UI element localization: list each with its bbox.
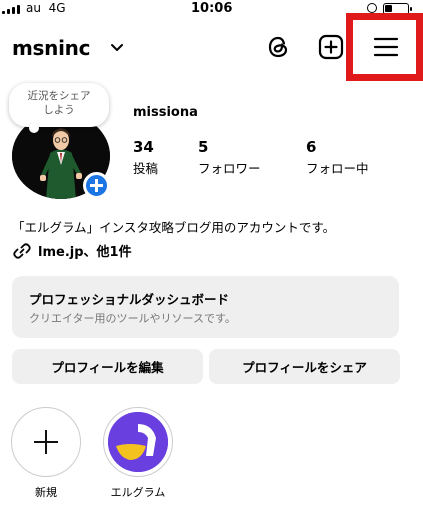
link-text: lme.jp、他1件	[38, 245, 132, 260]
stat-value: 6	[306, 138, 317, 156]
display-name: missiona	[133, 105, 198, 120]
dashboard-subtitle: クリエイター用のツールやリソースです。	[29, 312, 236, 325]
add-post-icon[interactable]	[318, 34, 344, 60]
stat-value: 5	[198, 138, 209, 156]
stat-label: フォロー中	[306, 161, 369, 176]
profile-bio: 「エルグラム」インスタ攻略ブログ用のアカウントです。	[12, 220, 336, 235]
note-bubble[interactable]: 近況をシェア しよう	[9, 83, 109, 133]
new-highlight-button[interactable]	[11, 407, 81, 477]
carrier-label: au	[26, 1, 41, 15]
orientation-lock-icon	[367, 3, 377, 13]
note-text: 近況をシェア しよう	[27, 90, 91, 116]
stat-label: 投稿	[133, 161, 159, 176]
network-label: 4G	[48, 1, 66, 15]
add-story-badge-icon[interactable]	[83, 172, 110, 199]
highlight-label-elgram: エルグラム	[110, 486, 166, 499]
stat-followers[interactable]: 5 フォロワー	[198, 138, 261, 177]
highlight-label-new: 新規	[35, 486, 57, 499]
status-time: 10:06	[191, 1, 233, 16]
chevron-down-icon[interactable]	[110, 42, 124, 54]
elgram-logo-icon	[108, 412, 168, 472]
stat-posts[interactable]: 34 投稿	[133, 138, 158, 177]
professional-dashboard-card[interactable]: プロフェッショナルダッシュボード クリエイター用のツールやリソースです。	[12, 276, 399, 338]
stat-value: 34	[133, 138, 154, 156]
profile-header: msninc	[0, 13, 423, 81]
highlight-elgram[interactable]	[103, 407, 173, 477]
stat-following[interactable]: 6 フォロー中	[306, 138, 369, 177]
stat-label: フォロワー	[198, 161, 261, 176]
edit-profile-button[interactable]: プロフィールを編集	[12, 349, 203, 384]
dashboard-title: プロフェッショナルダッシュボード	[29, 292, 230, 307]
link-icon	[13, 242, 31, 259]
carrier-network: au 4G	[26, 1, 66, 15]
profile-link[interactable]: lme.jp、他1件	[12, 241, 132, 260]
account-switcher-username[interactable]: msninc	[12, 36, 90, 60]
menu-icon[interactable]	[373, 34, 399, 60]
signal-icon	[2, 4, 20, 14]
threads-icon[interactable]	[265, 34, 291, 60]
share-profile-button[interactable]: プロフィールをシェア	[209, 349, 400, 384]
